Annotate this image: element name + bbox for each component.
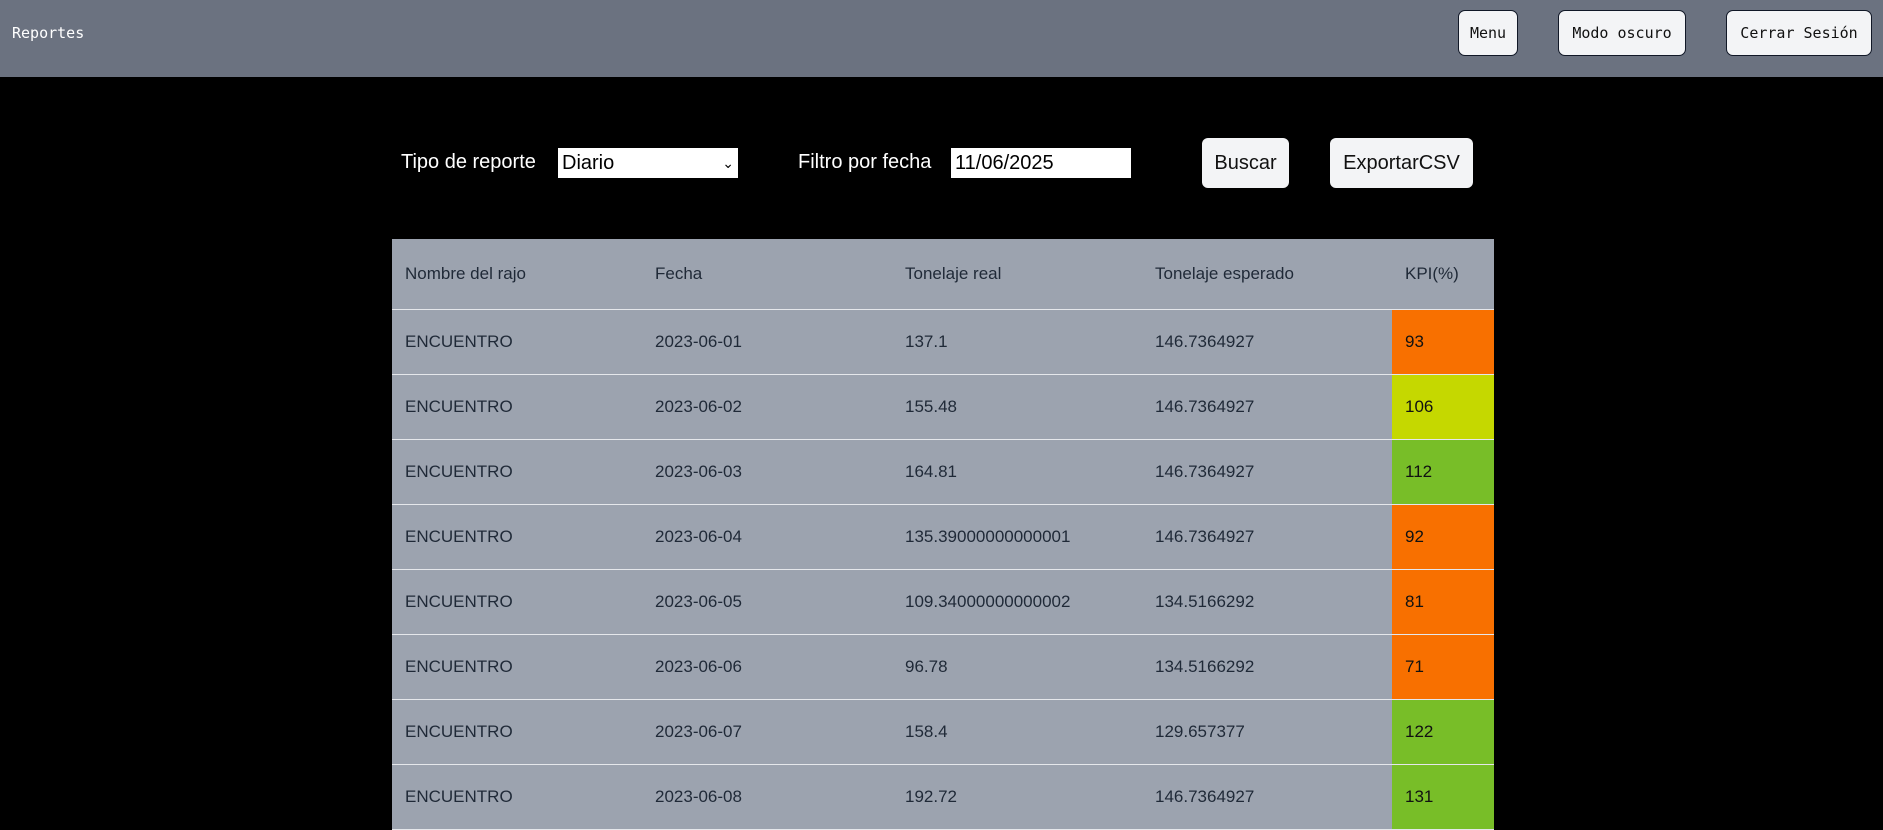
menu-button[interactable]: Menu [1458, 10, 1518, 56]
cell-expected-tonnage: 134.5166292 [1142, 569, 1392, 635]
export-csv-button[interactable]: ExportarCSV [1330, 138, 1473, 188]
cell-date: 2023-06-05 [642, 569, 892, 635]
cell-pit-name: ENCUENTRO [392, 569, 642, 635]
cell-pit-name: ENCUENTRO [392, 439, 642, 505]
header-date: Fecha [642, 239, 892, 310]
cell-real-tonnage: 109.34000000000002 [892, 569, 1142, 635]
chevron-down-icon: ⌄ [722, 155, 734, 171]
cell-kpi: 122 [1392, 699, 1494, 765]
cell-expected-tonnage: 146.7364927 [1142, 439, 1392, 505]
cell-pit-name: ENCUENTRO [392, 764, 642, 830]
cell-kpi: 92 [1392, 504, 1494, 570]
logout-button[interactable]: Cerrar Sesión [1726, 10, 1872, 56]
cell-date: 2023-06-04 [642, 504, 892, 570]
app-title: Reportes [12, 24, 85, 42]
cell-kpi: 112 [1392, 439, 1494, 505]
date-filter-input[interactable]: 11/06/2025 [951, 148, 1131, 178]
table-row: ENCUENTRO 2023-06-02 155.48 146.7364927 106 [392, 374, 1494, 440]
cell-real-tonnage: 192.72 [892, 764, 1142, 830]
table-row: ENCUENTRO 2023-06-05 109.34000000000002 134… [392, 569, 1494, 635]
top-bar: Reportes Menu Modo oscuro Cerrar Sesión [0, 0, 1883, 77]
table-row: ENCUENTRO 2023-06-07 158.4 129.657377 122 [392, 699, 1494, 765]
cell-kpi: 81 [1392, 569, 1494, 635]
cell-date: 2023-06-01 [642, 309, 892, 375]
cell-pit-name: ENCUENTRO [392, 504, 642, 570]
cell-expected-tonnage: 146.7364927 [1142, 309, 1392, 375]
dark-mode-button[interactable]: Modo oscuro [1558, 10, 1686, 56]
cell-real-tonnage: 158.4 [892, 699, 1142, 765]
cell-date: 2023-06-07 [642, 699, 892, 765]
cell-date: 2023-06-03 [642, 439, 892, 505]
cell-date: 2023-06-08 [642, 764, 892, 830]
cell-expected-tonnage: 146.7364927 [1142, 504, 1392, 570]
cell-real-tonnage: 164.81 [892, 439, 1142, 505]
report-type-select[interactable]: Diario ⌄ [558, 148, 738, 178]
cell-pit-name: ENCUENTRO [392, 699, 642, 765]
table-row: ENCUENTRO 2023-06-08 192.72 146.7364927 131 [392, 764, 1494, 830]
cell-real-tonnage: 135.39000000000001 [892, 504, 1142, 570]
cell-date: 2023-06-02 [642, 374, 892, 440]
header-expected-tonnage: Tonelaje esperado [1142, 239, 1392, 310]
cell-kpi: 93 [1392, 309, 1494, 375]
table-header-row: Nombre del rajo Fecha Tonelaje real Tonelaj… [392, 239, 1494, 310]
header-name: Nombre del rajo [392, 239, 642, 310]
cell-real-tonnage: 96.78 [892, 634, 1142, 700]
cell-kpi: 71 [1392, 634, 1494, 700]
cell-expected-tonnage: 146.7364927 [1142, 374, 1392, 440]
header-kpi: KPI(%) [1392, 239, 1494, 310]
table-row: ENCUENTRO 2023-06-04 135.39000000000001 146… [392, 504, 1494, 570]
cell-expected-tonnage: 146.7364927 [1142, 764, 1392, 830]
header-real-tonnage: Tonelaje real [892, 239, 1142, 310]
cell-real-tonnage: 155.48 [892, 374, 1142, 440]
table-row: ENCUENTRO 2023-06-01 137.1 146.7364927 93 [392, 309, 1494, 375]
date-filter-label: Filtro por fecha [798, 151, 932, 173]
cell-pit-name: ENCUENTRO [392, 634, 642, 700]
table-row: ENCUENTRO 2023-06-03 164.81 146.7364927 112 [392, 439, 1494, 505]
cell-kpi: 131 [1392, 764, 1494, 830]
table-row: ENCUENTRO 2023-06-06 96.78 134.5166292 71 [392, 634, 1494, 700]
report-type-label: Tipo de reporte [401, 151, 536, 173]
report-table: Nombre del rajo Fecha Tonelaje real Tonelaj… [392, 239, 1494, 830]
cell-date: 2023-06-06 [642, 634, 892, 700]
search-button[interactable]: Buscar [1202, 138, 1289, 188]
cell-expected-tonnage: 134.5166292 [1142, 634, 1392, 700]
cell-pit-name: ENCUENTRO [392, 309, 642, 375]
cell-expected-tonnage: 129.657377 [1142, 699, 1392, 765]
cell-kpi: 106 [1392, 374, 1494, 440]
cell-pit-name: ENCUENTRO [392, 374, 642, 440]
report-type-value: Diario [562, 152, 615, 174]
cell-real-tonnage: 137.1 [892, 309, 1142, 375]
